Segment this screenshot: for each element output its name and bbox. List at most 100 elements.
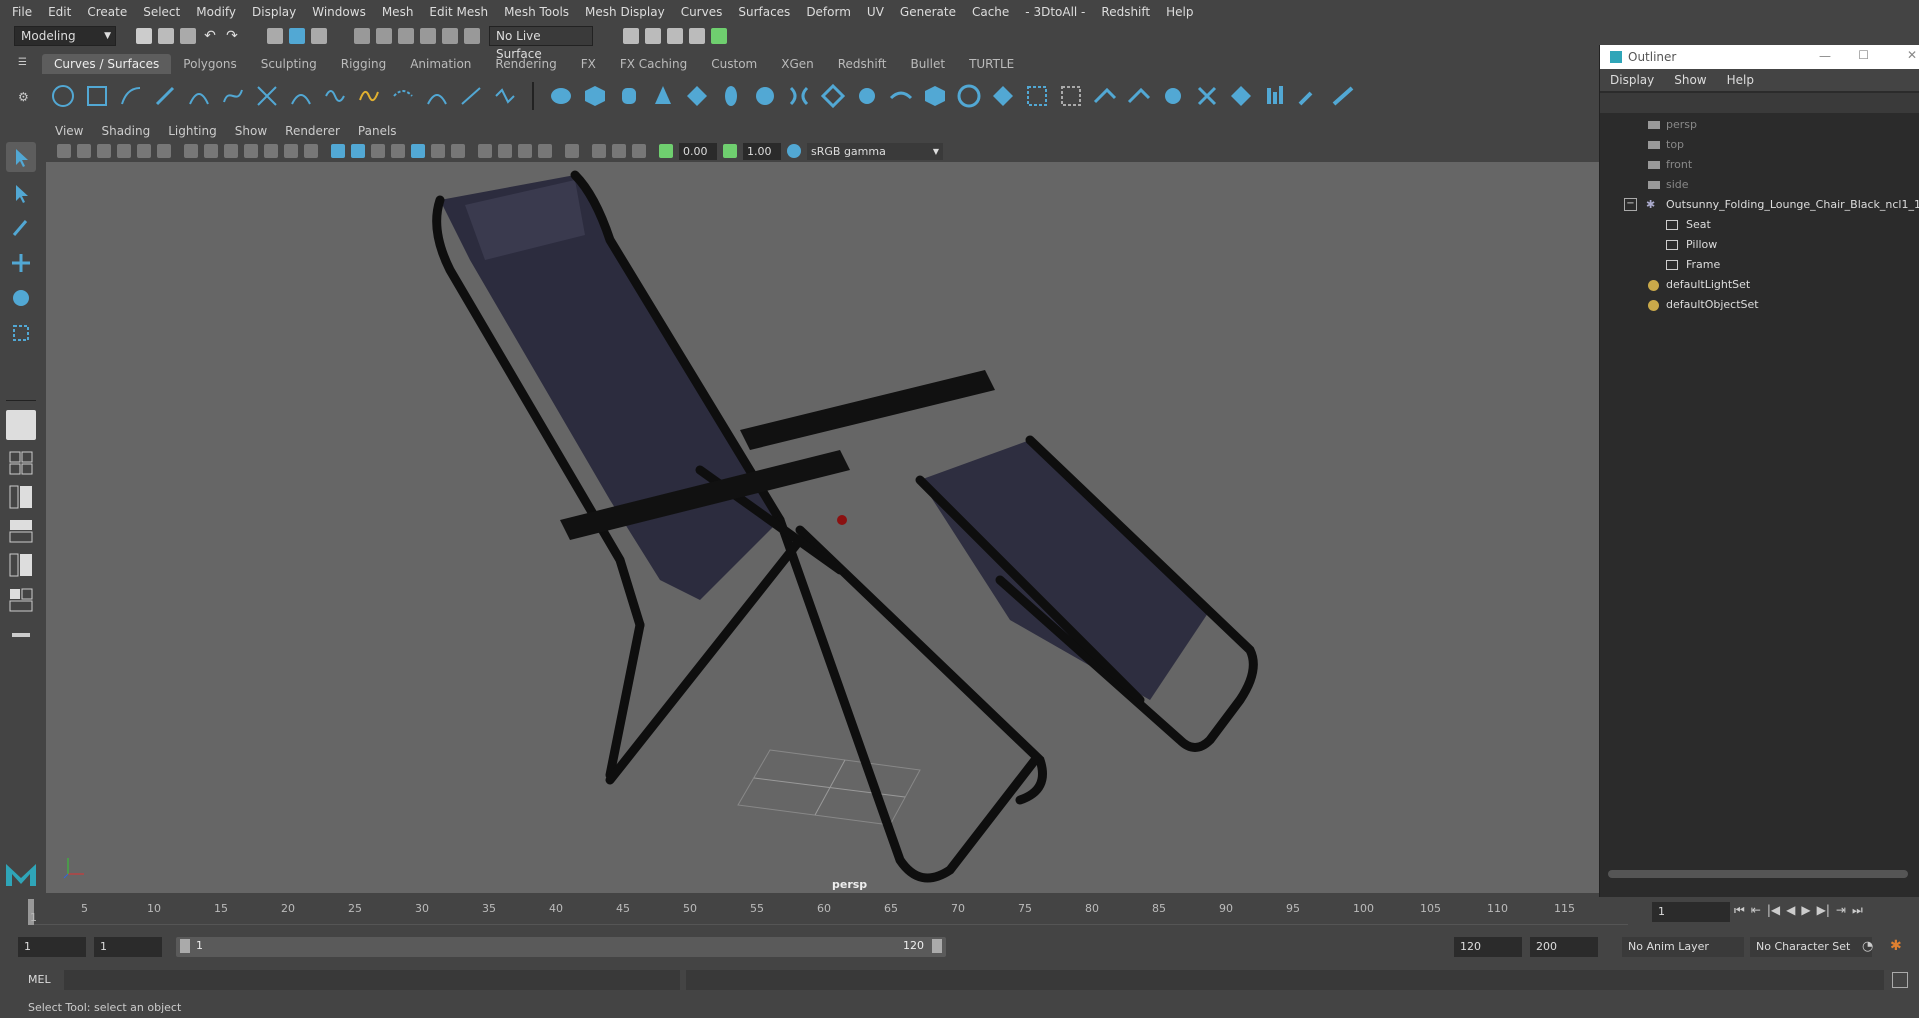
nurbs-plane-icon[interactable] <box>684 83 710 109</box>
tab-bullet[interactable]: Bullet <box>898 54 957 74</box>
outliner-item-default-light-set[interactable]: defaultLightSet <box>1600 275 1919 295</box>
maximize-icon[interactable]: ☐ <box>1858 48 1869 62</box>
menu-modify[interactable]: Modify <box>188 0 244 25</box>
planar-icon[interactable] <box>820 83 846 109</box>
tab-redshift[interactable]: Redshift <box>826 54 899 74</box>
menu-edit-mesh[interactable]: Edit Mesh <box>421 0 496 25</box>
motion-blur-icon[interactable] <box>498 144 512 158</box>
ep-curve-icon[interactable] <box>118 83 144 109</box>
exposure-icon[interactable] <box>659 144 673 158</box>
animation-prefs-icon[interactable]: ✱ <box>1890 938 1902 954</box>
live-surface-field[interactable]: No Live Surface <box>489 26 593 61</box>
lasso-tool-icon[interactable] <box>6 178 36 208</box>
uv-editor-layout-icon[interactable] <box>6 585 36 615</box>
cv-curve-icon[interactable] <box>186 83 212 109</box>
surface-editing-icon[interactable] <box>1330 83 1356 109</box>
menu-edit[interactable]: Edit <box>40 0 79 25</box>
menu-redshift[interactable]: Redshift <box>1093 0 1158 25</box>
extend-surface-icon[interactable] <box>1262 83 1288 109</box>
tab-rigging[interactable]: Rigging <box>329 54 398 74</box>
render-settings-icon[interactable] <box>689 28 705 44</box>
paint-select-icon[interactable] <box>6 212 36 242</box>
move-tool-icon[interactable] <box>6 248 36 278</box>
tab-rendering[interactable]: Rendering <box>483 54 568 74</box>
nurbs-square-icon[interactable] <box>84 83 110 109</box>
step-back-key-icon[interactable]: ⇤ <box>1751 903 1761 918</box>
menu-display[interactable]: Display <box>244 0 304 25</box>
use-all-lights-icon[interactable] <box>431 144 445 158</box>
four-view-icon[interactable] <box>6 448 36 478</box>
project-curve-icon[interactable] <box>1024 83 1050 109</box>
2d-pan-zoom-icon[interactable] <box>137 144 151 158</box>
wireframe-icon[interactable] <box>331 144 345 158</box>
image-plane-icon[interactable] <box>117 144 131 158</box>
curve-intersect-icon[interactable] <box>254 83 280 109</box>
default-material-icon[interactable] <box>371 144 385 158</box>
outliner-search-field[interactable] <box>1600 93 1919 113</box>
camera-attributes-icon[interactable] <box>77 144 91 158</box>
playback-start-field[interactable]: 1 <box>94 937 162 957</box>
revolve-icon[interactable] <box>752 83 778 109</box>
bookmark-icon[interactable] <box>97 144 111 158</box>
collapse-icon[interactable]: − <box>1624 198 1637 211</box>
menu-mesh-tools[interactable]: Mesh Tools <box>496 0 577 25</box>
grid-icon[interactable] <box>184 144 198 158</box>
history-icon[interactable] <box>464 28 480 44</box>
film-gate-icon[interactable] <box>204 144 218 158</box>
character-set-dropdown[interactable]: No Character Set <box>1750 937 1872 957</box>
menu-uv[interactable]: UV <box>859 0 892 25</box>
step-forward-key-icon[interactable]: ⇥ <box>1836 903 1846 918</box>
new-scene-icon[interactable] <box>136 28 152 44</box>
isolate-select-icon[interactable] <box>565 144 579 158</box>
menu-cache[interactable]: Cache <box>964 0 1017 25</box>
tab-animation[interactable]: Animation <box>398 54 483 74</box>
scale-tool-icon[interactable] <box>6 318 36 348</box>
outliner-item-top[interactable]: top <box>1600 135 1919 155</box>
smooth-curve-icon[interactable] <box>492 83 518 109</box>
outliner-item-seat[interactable]: Seat <box>1600 215 1919 235</box>
snap-surface-icon[interactable] <box>442 28 458 44</box>
attach-curve-icon[interactable] <box>322 83 348 109</box>
redo-icon[interactable]: ↷ <box>224 28 240 44</box>
single-view-icon[interactable] <box>6 410 36 440</box>
field-chart-icon[interactable] <box>264 144 278 158</box>
outliner-item-chair-group[interactable]: − ✱ Outsunny_Folding_Lounge_Chair_Black_… <box>1600 195 1919 215</box>
step-back-frame-icon[interactable]: |◀ <box>1767 903 1780 918</box>
tab-turtle[interactable]: TURTLE <box>957 54 1026 74</box>
tab-xgen[interactable]: XGen <box>769 54 826 74</box>
sculpt-geometry-icon[interactable] <box>1296 83 1322 109</box>
insert-isoparm-icon[interactable] <box>1228 83 1254 109</box>
close-icon[interactable]: ✕ <box>1907 48 1917 62</box>
snap-grid-icon[interactable] <box>354 28 370 44</box>
layout-options-icon[interactable] <box>6 620 36 650</box>
select-by-object-icon[interactable] <box>289 28 305 44</box>
hypershade-layout-icon[interactable] <box>6 550 36 580</box>
ipr-render-icon[interactable] <box>667 28 683 44</box>
offset-curve-icon[interactable] <box>424 83 450 109</box>
detach-surface-icon[interactable] <box>1160 83 1186 109</box>
play-backward-icon[interactable]: ◀ <box>1786 903 1795 918</box>
render-region-icon[interactable] <box>623 28 639 44</box>
nurbs-torus-icon[interactable] <box>718 83 744 109</box>
snap-point-icon[interactable] <box>398 28 414 44</box>
gamma-field[interactable]: 1.00 <box>743 142 781 160</box>
menu-select[interactable]: Select <box>135 0 188 25</box>
depth-of-field-icon[interactable] <box>538 144 552 158</box>
extrude-icon[interactable] <box>854 83 880 109</box>
gamma-icon[interactable] <box>723 144 737 158</box>
open-close-surface-icon[interactable] <box>1194 83 1220 109</box>
render-frame-icon[interactable] <box>645 28 661 44</box>
outliner-item-pillow[interactable]: Pillow <box>1600 235 1919 255</box>
loft-icon[interactable] <box>786 83 812 109</box>
outliner-menu-help[interactable]: Help <box>1717 73 1764 87</box>
extend-curve-icon[interactable] <box>458 83 484 109</box>
select-by-component-icon[interactable] <box>311 28 327 44</box>
rotate-tool-icon[interactable] <box>6 283 36 313</box>
tab-polygons[interactable]: Polygons <box>171 54 248 74</box>
detach-curve-icon[interactable] <box>356 83 382 109</box>
smooth-shade-icon[interactable] <box>351 144 365 158</box>
safe-action-icon[interactable] <box>284 144 298 158</box>
auto-key-icon[interactable]: ◔ <box>1862 939 1873 954</box>
outliner-menu-display[interactable]: Display <box>1600 73 1664 87</box>
snap-curve-icon[interactable] <box>376 28 392 44</box>
